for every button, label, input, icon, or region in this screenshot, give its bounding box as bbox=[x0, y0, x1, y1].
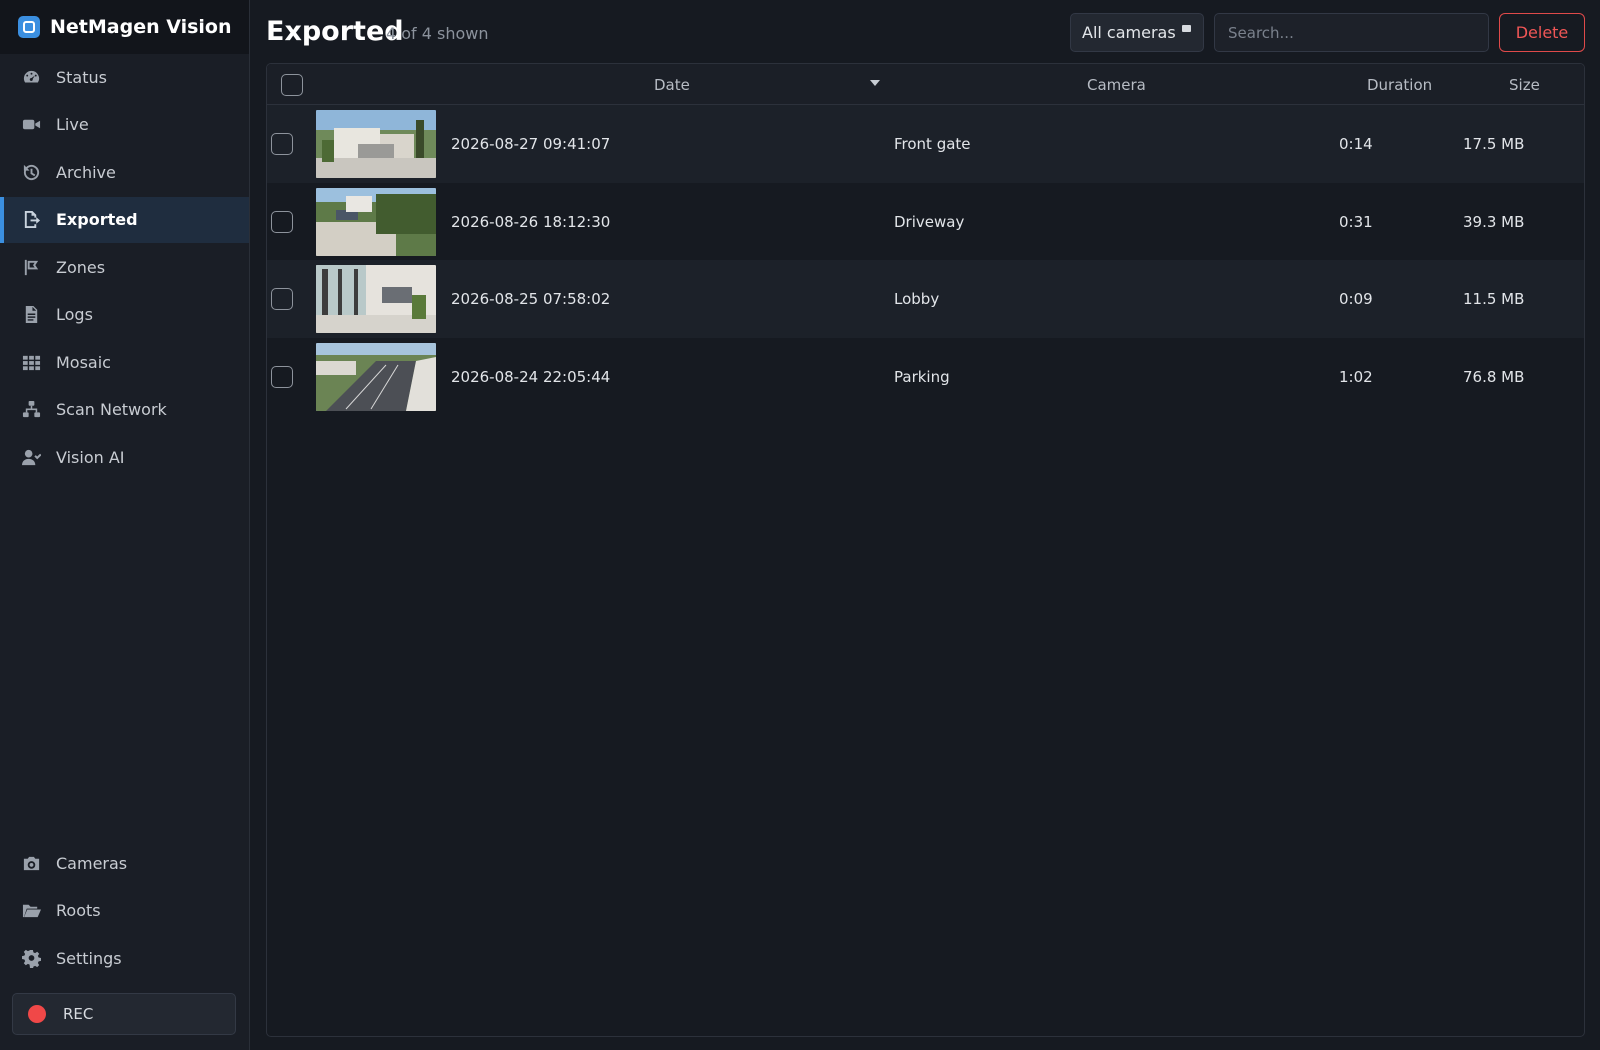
sidebar-item-live[interactable]: Live bbox=[0, 102, 249, 148]
row-checkbox[interactable] bbox=[271, 133, 293, 155]
sidebar-item-label: Zones bbox=[56, 257, 106, 277]
sidebar-item-label: Exported bbox=[56, 210, 138, 229]
table-row[interactable]: 2026-08-26 18:12:30 Driveway 0:31 39.3 M… bbox=[267, 182, 1584, 260]
document-icon bbox=[21, 305, 41, 325]
column-header-date[interactable]: Date bbox=[654, 76, 690, 94]
app-title: NetMagen Vision bbox=[50, 16, 232, 38]
sidebar-item-label: Scan Network bbox=[56, 400, 167, 419]
row-date: 2026-08-26 18:12:30 bbox=[451, 212, 611, 231]
row-size: 17.5 MB bbox=[1463, 135, 1525, 153]
file-export-icon bbox=[21, 210, 41, 230]
column-header-duration[interactable]: Duration bbox=[1367, 76, 1432, 94]
brand: NetMagen Vision bbox=[0, 0, 249, 54]
video-thumbnail[interactable] bbox=[316, 187, 436, 256]
row-camera: Lobby bbox=[894, 290, 940, 308]
select-all-checkbox[interactable] bbox=[281, 74, 303, 96]
sidebar-item-label: Live bbox=[56, 115, 89, 134]
row-checkbox[interactable] bbox=[271, 365, 293, 388]
exported-table: Date Camera Duration Size 2026-08-27 09:… bbox=[266, 63, 1585, 1037]
sidebar-item-scan-network[interactable]: Scan Network bbox=[0, 387, 249, 433]
sidebar: NetMagen Vision Status Live Archive Expo… bbox=[0, 0, 250, 1050]
sidebar-item-label: Logs bbox=[56, 305, 93, 324]
video-camera-icon bbox=[21, 115, 41, 135]
row-duration: 0:14 bbox=[1339, 135, 1373, 153]
row-size: 11.5 MB bbox=[1463, 290, 1525, 308]
record-dot-icon bbox=[28, 1005, 46, 1023]
gauge-icon bbox=[21, 67, 41, 87]
sidebar-item-logs[interactable]: Logs bbox=[0, 292, 249, 338]
sidebar-item-label: Roots bbox=[56, 901, 101, 920]
user-check-icon bbox=[21, 447, 41, 467]
gear-icon bbox=[21, 948, 41, 968]
sidebar-item-roots[interactable]: Roots bbox=[0, 888, 249, 934]
row-duration: 0:31 bbox=[1339, 212, 1373, 231]
sidebar-item-exported[interactable]: Exported bbox=[0, 196, 249, 243]
sidebar-nav: Status Live Archive Exported Zones Logs … bbox=[0, 54, 249, 482]
row-date: 2026-08-24 22:05:44 bbox=[451, 367, 611, 386]
sidebar-item-label: Status bbox=[56, 67, 107, 87]
row-size: 39.3 MB bbox=[1463, 212, 1525, 231]
page-title: Exported bbox=[266, 16, 404, 47]
camera-icon bbox=[21, 853, 41, 873]
sidebar-item-label: Archive bbox=[56, 162, 116, 182]
row-size: 76.8 MB bbox=[1463, 367, 1525, 386]
video-thumbnail[interactable] bbox=[316, 110, 436, 178]
rec-label: REC bbox=[63, 1005, 94, 1023]
table-body: 2026-08-27 09:41:07 Front gate 0:14 17.5… bbox=[267, 105, 1584, 415]
table-row[interactable]: 2026-08-24 22:05:44 Parking 1:02 76.8 MB bbox=[267, 337, 1584, 415]
delete-button[interactable]: Delete bbox=[1499, 13, 1585, 52]
sidebar-item-archive[interactable]: Archive bbox=[0, 149, 249, 195]
row-checkbox[interactable] bbox=[271, 288, 293, 310]
network-icon bbox=[21, 400, 41, 420]
sidebar-item-label: Settings bbox=[56, 948, 122, 968]
sort-desc-icon[interactable] bbox=[870, 80, 880, 86]
flag-icon bbox=[21, 257, 41, 277]
sidebar-item-mosaic[interactable]: Mosaic bbox=[0, 339, 249, 385]
sidebar-item-cameras[interactable]: Cameras bbox=[0, 840, 249, 886]
camera-filter-select[interactable]: All cameras bbox=[1070, 13, 1204, 52]
sidebar-item-settings[interactable]: Settings bbox=[0, 935, 249, 981]
sidebar-item-zones[interactable]: Zones bbox=[0, 244, 249, 290]
row-duration: 1:02 bbox=[1339, 367, 1373, 386]
shown-count: 4 of 4 shown bbox=[386, 24, 489, 43]
video-thumbnail[interactable] bbox=[316, 265, 436, 333]
table-header: Date Camera Duration Size bbox=[267, 64, 1584, 105]
row-duration: 0:09 bbox=[1339, 290, 1373, 308]
sidebar-item-label: Vision AI bbox=[56, 447, 125, 467]
rec-button[interactable]: REC bbox=[12, 993, 236, 1035]
sidebar-item-status[interactable]: Status bbox=[0, 54, 249, 100]
sidebar-item-label: Cameras bbox=[56, 853, 128, 873]
app-logo-icon bbox=[18, 16, 40, 38]
sidebar-item-vision-ai[interactable]: Vision AI bbox=[0, 434, 249, 480]
history-icon bbox=[21, 162, 41, 182]
row-camera: Front gate bbox=[894, 135, 971, 153]
column-header-camera[interactable]: Camera bbox=[1087, 76, 1146, 94]
video-thumbnail[interactable] bbox=[316, 342, 436, 411]
sidebar-bottom-nav: Cameras Roots Settings bbox=[0, 840, 249, 983]
folder-open-icon bbox=[21, 901, 41, 921]
row-camera: Parking bbox=[894, 367, 950, 386]
table-row[interactable]: 2026-08-27 09:41:07 Front gate 0:14 17.5… bbox=[267, 105, 1584, 183]
dropdown-caret-icon bbox=[1182, 25, 1191, 32]
row-checkbox[interactable] bbox=[271, 210, 293, 233]
table-row[interactable]: 2026-08-25 07:58:02 Lobby 0:09 11.5 MB bbox=[267, 260, 1584, 338]
camera-filter-value: All cameras bbox=[1082, 23, 1176, 42]
column-header-size[interactable]: Size bbox=[1509, 76, 1540, 94]
row-date: 2026-08-25 07:58:02 bbox=[451, 290, 611, 308]
row-camera: Driveway bbox=[894, 212, 965, 231]
sidebar-item-label: Mosaic bbox=[56, 352, 111, 372]
search-input[interactable] bbox=[1214, 13, 1489, 52]
row-date: 2026-08-27 09:41:07 bbox=[451, 135, 611, 153]
grid-icon bbox=[21, 352, 41, 372]
